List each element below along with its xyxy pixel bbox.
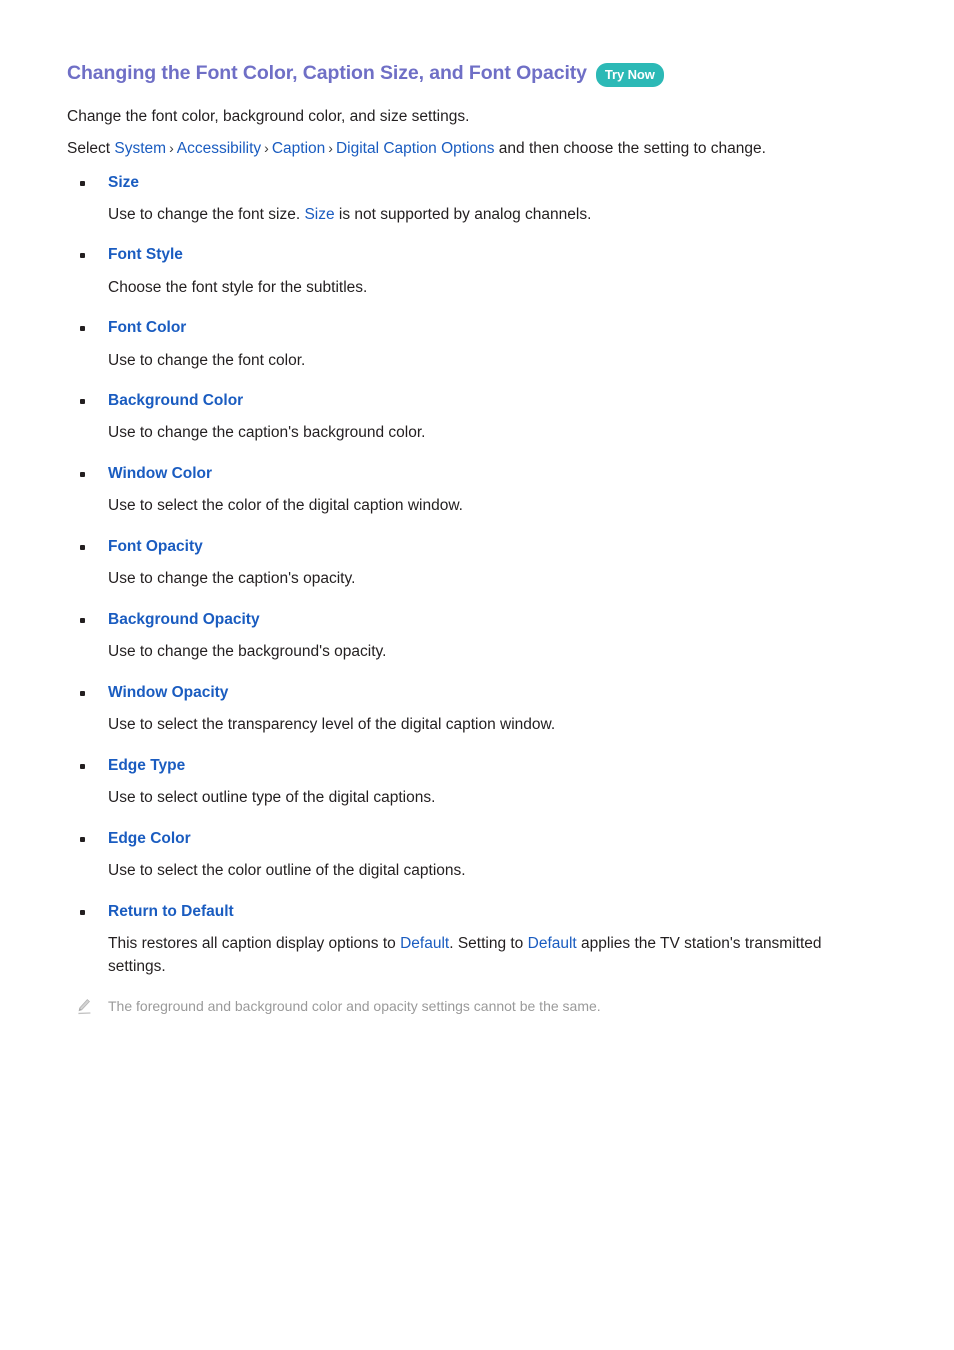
list-item: Window Color Use to select the color of …: [67, 464, 854, 518]
desc-text-before: Use to change the font size.: [108, 205, 305, 223]
bullet-icon: [80, 399, 85, 405]
list-item: Font Color Use to change the font color.: [67, 318, 854, 372]
list-item: Font Style Choose the font style for the…: [67, 245, 854, 299]
list-item: Background Opacity Use to change the bac…: [67, 610, 854, 664]
option-term-font-opacity[interactable]: Font Opacity: [67, 537, 854, 557]
option-term-label: Background Color: [108, 392, 244, 410]
option-term-edge-type[interactable]: Edge Type: [67, 756, 854, 776]
option-term-size[interactable]: Size: [67, 173, 854, 193]
breadcrumb-link-digital-caption-options[interactable]: Digital Caption Options: [336, 140, 495, 157]
option-term-label: Font Opacity: [108, 538, 203, 556]
option-desc-window-color: Use to select the color of the digital c…: [108, 497, 463, 515]
list-item: Return to Default This restores all capt…: [67, 902, 854, 979]
option-term-label: Background Opacity: [108, 611, 260, 629]
desc-inline-link-default-2[interactable]: Default: [528, 935, 577, 952]
desc-text-after: is not supported by analog channels.: [334, 205, 592, 223]
list-item: Window Opacity Use to select the transpa…: [67, 683, 854, 737]
page-title: Changing the Font Color, Caption Size, a…: [67, 62, 587, 85]
option-term-background-color[interactable]: Background Color: [67, 391, 854, 411]
bullet-icon: [80, 545, 85, 551]
bullet-icon: [80, 909, 85, 915]
desc-text-mid: . Setting to: [449, 934, 528, 952]
bullet-icon: [80, 180, 85, 186]
page-title-row: Changing the Font Color, Caption Size, a…: [67, 62, 854, 87]
note-text: The foreground and background color and …: [108, 998, 601, 1015]
select-suffix: and then choose the setting to change.: [494, 139, 766, 157]
bullet-icon: [80, 691, 85, 697]
select-path-paragraph: Select System › Accessibility › Caption › Digi…: [67, 138, 854, 161]
option-term-edge-color[interactable]: Edge Color: [67, 829, 854, 849]
list-item: Background Color Use to change the capti…: [67, 391, 854, 445]
option-term-window-color[interactable]: Window Color: [67, 464, 854, 484]
option-term-label: Edge Color: [108, 829, 191, 847]
bullet-icon: [80, 472, 85, 478]
option-desc-font-style: Choose the font style for the subtitles.: [108, 278, 368, 296]
try-now-badge[interactable]: Try Now: [595, 63, 664, 87]
option-desc-size: Use to change the font size. Size is not…: [67, 204, 854, 227]
option-term-label: Edge Type: [108, 756, 186, 774]
option-term-label: Window Color: [108, 465, 213, 483]
option-desc-edge-type: Use to select outline type of the digita…: [108, 789, 436, 807]
option-term-return-to-default[interactable]: Return to Default: [67, 902, 854, 922]
bullet-icon: [80, 253, 85, 259]
desc-inline-link-default-1[interactable]: Default: [400, 935, 449, 952]
list-item: Font Opacity Use to change the caption's…: [67, 537, 854, 591]
option-term-background-opacity[interactable]: Background Opacity: [67, 610, 854, 630]
breadcrumb-separator-icon: ›: [169, 139, 174, 156]
breadcrumb-link-caption[interactable]: Caption: [272, 140, 325, 157]
option-desc-edge-color: Use to select the color outline of the d…: [108, 862, 466, 879]
bullet-icon: [80, 326, 85, 332]
breadcrumb-separator-icon: ›: [264, 139, 269, 156]
note-row: The foreground and background color and …: [67, 996, 854, 1018]
option-desc-background-color: Use to change the caption's background c…: [108, 424, 426, 442]
select-prefix: Select: [67, 139, 115, 157]
pencil-icon: [75, 997, 95, 1017]
intro-paragraph: Change the font color, background color,…: [67, 108, 470, 125]
option-term-label: Return to Default: [108, 902, 234, 920]
document-page: Changing the Font Color, Caption Size, a…: [0, 0, 954, 1350]
desc-text-before: This restores all caption display option…: [108, 934, 401, 952]
option-term-font-color[interactable]: Font Color: [67, 318, 854, 338]
desc-inline-link-size[interactable]: Size: [304, 206, 334, 223]
breadcrumb-link-accessibility[interactable]: Accessibility: [177, 140, 261, 157]
option-term-label: Window Opacity: [108, 684, 229, 702]
option-desc-font-opacity: Use to change the caption's opacity.: [108, 570, 356, 588]
option-term-label: Size: [108, 173, 140, 191]
option-term-window-opacity[interactable]: Window Opacity: [67, 683, 854, 703]
breadcrumb-link-system[interactable]: System: [114, 140, 166, 157]
option-term-label: Font Color: [108, 319, 187, 337]
option-desc-return-to-default: This restores all caption display option…: [67, 933, 854, 979]
option-desc-font-color: Use to change the font color.: [108, 351, 306, 369]
bullet-icon: [80, 763, 85, 769]
list-item: Size Use to change the font size. Size i…: [67, 173, 854, 227]
list-item: Edge Type Use to select outline type of …: [67, 756, 854, 810]
bullet-icon: [80, 618, 85, 624]
option-desc-window-opacity: Use to select the transparency level of …: [108, 716, 556, 734]
option-desc-background-opacity: Use to change the background's opacity.: [108, 643, 387, 661]
bullet-icon: [80, 836, 85, 842]
caption-options-list: Size Use to change the font size. Size i…: [67, 173, 854, 979]
list-item: Edge Color Use to select the color outli…: [67, 829, 854, 883]
option-term-label: Font Style: [108, 246, 183, 264]
breadcrumb-separator-icon: ›: [328, 139, 333, 156]
option-term-font-style[interactable]: Font Style: [67, 245, 854, 265]
